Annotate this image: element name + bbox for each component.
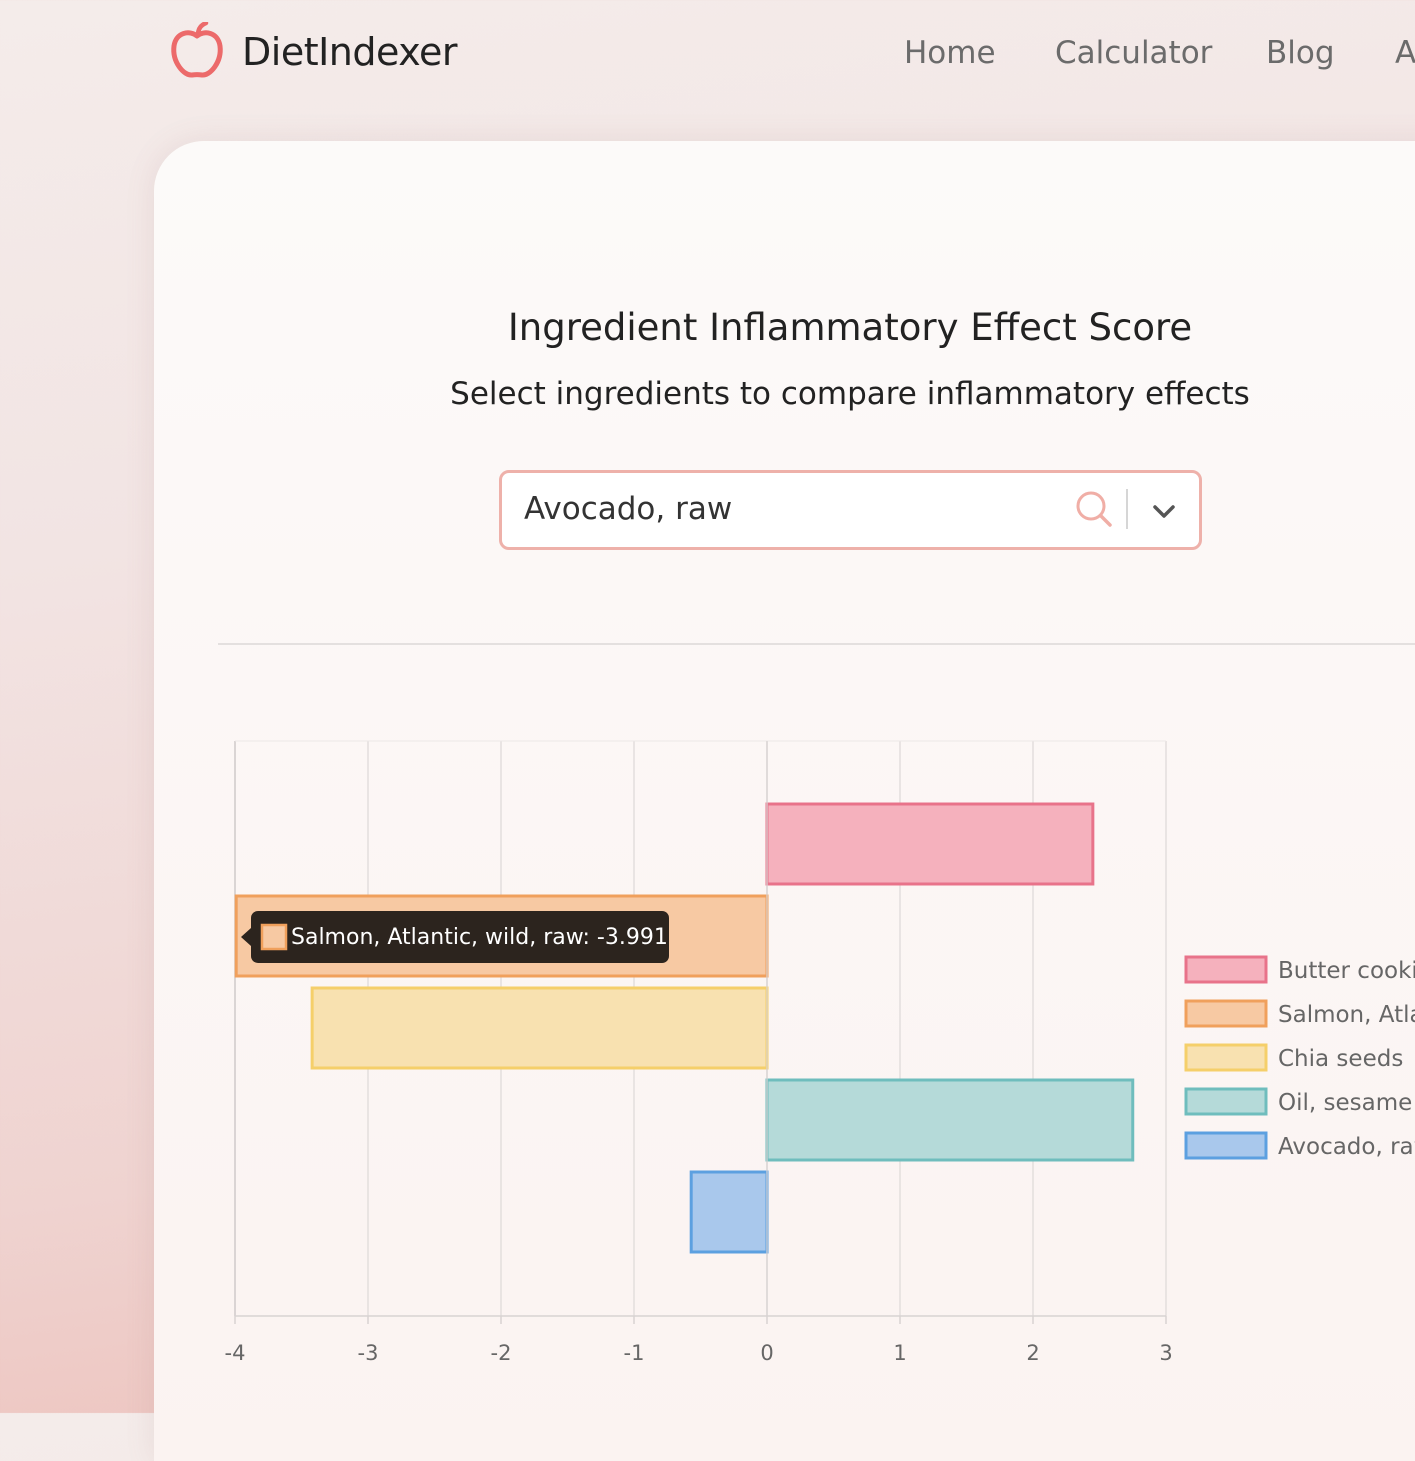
x-tick-label: -4 [225, 1341, 246, 1365]
tooltip: Salmon, Atlantic, wild, raw: -3.991 [241, 911, 669, 963]
tooltip-swatch [260, 923, 288, 951]
legend-swatch [1184, 1087, 1268, 1116]
legend-swatch [1184, 1043, 1268, 1072]
legend-label[interactable]: Chia seeds [1278, 1046, 1403, 1072]
bar[interactable] [765, 1078, 1135, 1162]
bar[interactable] [310, 986, 769, 1070]
legend-label[interactable]: Oil, sesame [1278, 1090, 1412, 1116]
legend-label[interactable]: Avocado, raw [1278, 1134, 1415, 1160]
x-tick-label: 1 [893, 1341, 906, 1365]
legend-label[interactable]: Butter cookie [1278, 958, 1415, 984]
tooltip-text: Salmon, Atlantic, wild, raw: -3.991 [291, 925, 668, 950]
x-tick-label: -1 [624, 1341, 645, 1365]
bar[interactable] [765, 802, 1095, 886]
bar[interactable] [689, 1170, 769, 1254]
legend-swatch [1184, 955, 1268, 984]
legend-swatch [1184, 999, 1268, 1028]
x-tick-label: -3 [358, 1341, 379, 1365]
legend-label[interactable]: Salmon, Atla [1278, 1002, 1415, 1028]
inflammatory-score-chart[interactable]: -4 -3 -2 -1 0 1 2 3 Butter cookie Salmon, Atla Chi… [0, 0, 1415, 1413]
x-tick-label: -2 [491, 1341, 512, 1365]
x-tick-label: 0 [760, 1341, 773, 1365]
x-tick-label: 2 [1026, 1341, 1039, 1365]
legend-swatch [1184, 1131, 1268, 1160]
x-tick-label: 3 [1159, 1341, 1172, 1365]
